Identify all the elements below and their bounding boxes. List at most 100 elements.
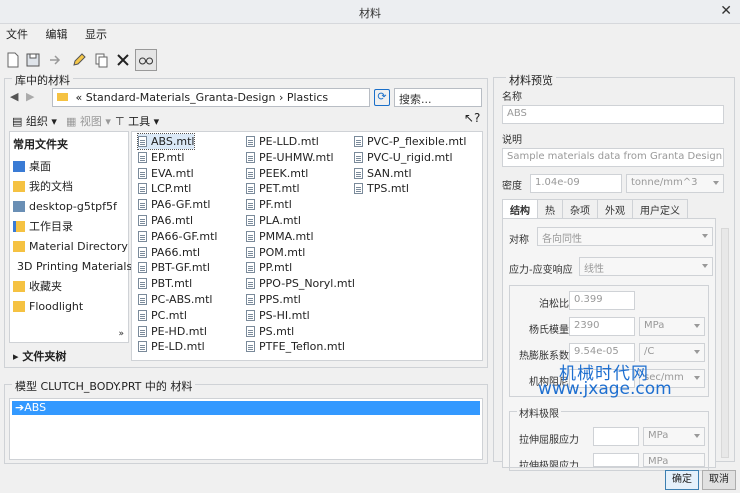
preview-scrollbar[interactable] bbox=[721, 228, 729, 458]
young-label: 杨氏模量 bbox=[529, 325, 569, 336]
file-item[interactable]: PA6.mtl bbox=[138, 213, 193, 228]
menu-file[interactable]: 文件 bbox=[6, 26, 28, 42]
new-file-icon[interactable] bbox=[2, 49, 24, 71]
density-unit-select[interactable]: tonne/mm^3 bbox=[626, 174, 724, 193]
file-icon bbox=[246, 341, 255, 353]
refresh-icon[interactable]: ⟳ bbox=[374, 89, 390, 106]
file-item[interactable]: PS-HI.mtl bbox=[246, 308, 310, 323]
tensile-yield-unit-select[interactable]: MPa bbox=[643, 427, 705, 446]
save-icon[interactable] bbox=[22, 49, 44, 71]
file-item[interactable]: PBT-GF.mtl bbox=[138, 260, 210, 275]
file-item[interactable]: PLA.mtl bbox=[246, 213, 301, 228]
forward-icon[interactable]: ▶ bbox=[26, 90, 34, 103]
file-item[interactable]: PS.mtl bbox=[246, 324, 294, 339]
path-overflow[interactable]: « bbox=[76, 91, 83, 104]
sidebar-item-favorites[interactable]: 收藏夹 bbox=[10, 276, 128, 296]
tab-structure[interactable]: 结构 bbox=[502, 199, 538, 218]
file-item[interactable]: PE-HD.mtl bbox=[138, 324, 207, 339]
tensile-ult-field[interactable] bbox=[593, 453, 639, 467]
file-item[interactable]: PC.mtl bbox=[138, 308, 187, 323]
file-item[interactable]: PE-UHMW.mtl bbox=[246, 150, 334, 165]
file-icon bbox=[246, 151, 255, 163]
file-item[interactable]: PVC-P_flexible.mtl bbox=[354, 134, 466, 149]
chevron-down-icon bbox=[702, 264, 708, 268]
arrow-right-icon[interactable] bbox=[44, 49, 66, 71]
file-item[interactable]: LCP.mtl bbox=[138, 181, 191, 196]
edit-icon[interactable] bbox=[68, 49, 90, 71]
copy-icon[interactable] bbox=[90, 49, 112, 71]
sidebar-item-material-dir[interactable]: Material Directory bbox=[10, 236, 128, 256]
file-item[interactable]: PMMA.mtl bbox=[246, 229, 314, 244]
file-item[interactable]: PC-ABS.mtl bbox=[138, 292, 212, 307]
file-item[interactable]: SAN.mtl bbox=[354, 166, 412, 181]
ok-button[interactable]: 确定 bbox=[665, 470, 699, 490]
cancel-button[interactable]: 取消 bbox=[702, 470, 736, 490]
file-item[interactable]: PE-LLD.mtl bbox=[246, 134, 319, 149]
path-bar[interactable]: « Standard-Materials_Granta-Design › Pla… bbox=[52, 88, 370, 107]
file-item[interactable]: PET.mtl bbox=[246, 181, 300, 196]
tab-thermal[interactable]: 热 bbox=[537, 199, 563, 218]
file-item[interactable]: PPO-PS_Noryl.mtl bbox=[246, 276, 355, 291]
file-item[interactable]: PA66.mtl bbox=[138, 245, 200, 260]
file-name: PET.mtl bbox=[259, 182, 300, 196]
young-unit-select[interactable]: MPa bbox=[639, 317, 705, 336]
model-material-item[interactable]: ➔ABS bbox=[12, 401, 480, 415]
poisson-label: 泊松比 bbox=[539, 299, 569, 310]
tab-misc[interactable]: 杂项 bbox=[562, 199, 598, 218]
menu-edit[interactable]: 编辑 bbox=[46, 26, 68, 42]
sidebar-item-documents[interactable]: 我的文档 bbox=[10, 176, 128, 196]
delete-icon[interactable] bbox=[112, 49, 134, 71]
file-item[interactable]: PEEK.mtl bbox=[246, 166, 308, 181]
tab-appearance[interactable]: 外观 bbox=[597, 199, 633, 218]
path-segment[interactable]: Standard-Materials_Granta-Design bbox=[86, 91, 276, 104]
stress-select[interactable]: 线性 bbox=[579, 257, 713, 276]
file-item[interactable]: TPS.mtl bbox=[354, 181, 409, 196]
sidebar-item-computer[interactable]: desktop-g5tpf5f bbox=[10, 196, 128, 216]
file-name: PA6-GF.mtl bbox=[151, 198, 211, 212]
symmetry-select[interactable]: 各向同性 bbox=[537, 227, 713, 246]
file-item[interactable]: PA66-GF.mtl bbox=[138, 229, 218, 244]
organize-button[interactable]: ▤ 组织 ▾ bbox=[12, 113, 57, 129]
path-segment[interactable]: Plastics bbox=[287, 91, 328, 104]
file-item[interactable]: PVC-U_rigid.mtl bbox=[354, 150, 453, 165]
young-field[interactable]: 2390 bbox=[569, 317, 635, 336]
title-bar: 材料 ✕ bbox=[0, 0, 740, 24]
file-item[interactable]: EP.mtl bbox=[138, 150, 184, 165]
file-item[interactable]: PP.mtl bbox=[246, 260, 292, 275]
file-item[interactable]: PTFE_Teflon.mtl bbox=[246, 339, 345, 354]
file-item[interactable]: POM.mtl bbox=[246, 245, 305, 260]
tools-button[interactable]: ⊤ 工具 ▾ bbox=[115, 113, 159, 129]
file-item[interactable]: PF.mtl bbox=[246, 197, 292, 212]
name-field[interactable]: ABS bbox=[502, 105, 724, 124]
chevron-down-icon bbox=[694, 324, 700, 328]
file-item[interactable]: PBT.mtl bbox=[138, 276, 192, 291]
file-item[interactable]: PE-LD.mtl bbox=[138, 339, 205, 354]
chevron-down-icon bbox=[694, 434, 700, 438]
views-button[interactable]: ▦ 视图 ▾ bbox=[66, 113, 111, 129]
sidebar-item-desktop[interactable]: 桌面 bbox=[10, 156, 128, 176]
file-item[interactable]: PA6-GF.mtl bbox=[138, 197, 211, 212]
sidebar-item-workdir[interactable]: 工作目录 bbox=[10, 216, 128, 236]
file-icon bbox=[246, 215, 255, 226]
file-item[interactable]: EVA.mtl bbox=[138, 166, 194, 181]
file-item[interactable]: PPS.mtl bbox=[246, 292, 301, 307]
tensile-ult-unit-select[interactable]: MPa bbox=[643, 453, 705, 467]
folder-tree-toggle[interactable]: ▸ 文件夹树 bbox=[13, 348, 66, 364]
tensile-yield-field[interactable] bbox=[593, 427, 639, 446]
chevron-down-icon[interactable]: » bbox=[118, 329, 124, 339]
file-icon bbox=[138, 230, 147, 242]
glasses-icon[interactable] bbox=[135, 49, 157, 71]
file-icon bbox=[354, 183, 363, 195]
menu-view[interactable]: 显示 bbox=[85, 26, 107, 42]
poisson-field[interactable]: 0.399 bbox=[569, 291, 635, 310]
tab-user-defined[interactable]: 用户定义 bbox=[632, 199, 688, 218]
file-item[interactable]: ABS.mtl bbox=[136, 133, 196, 150]
back-icon[interactable]: ◀ bbox=[10, 90, 18, 103]
sidebar-item-3d-printing[interactable]: 3D Printing Materials bbox=[10, 256, 132, 276]
help-cursor-icon[interactable]: ↖? bbox=[464, 111, 480, 125]
search-input[interactable]: 搜索... bbox=[394, 88, 482, 107]
sidebar-item-floodlight[interactable]: Floodlight bbox=[10, 296, 128, 316]
desc-field[interactable]: Sample materials data from Granta Design bbox=[502, 148, 724, 167]
density-field[interactable]: 1.04e-09 bbox=[530, 174, 622, 193]
close-icon[interactable]: ✕ bbox=[720, 3, 732, 19]
